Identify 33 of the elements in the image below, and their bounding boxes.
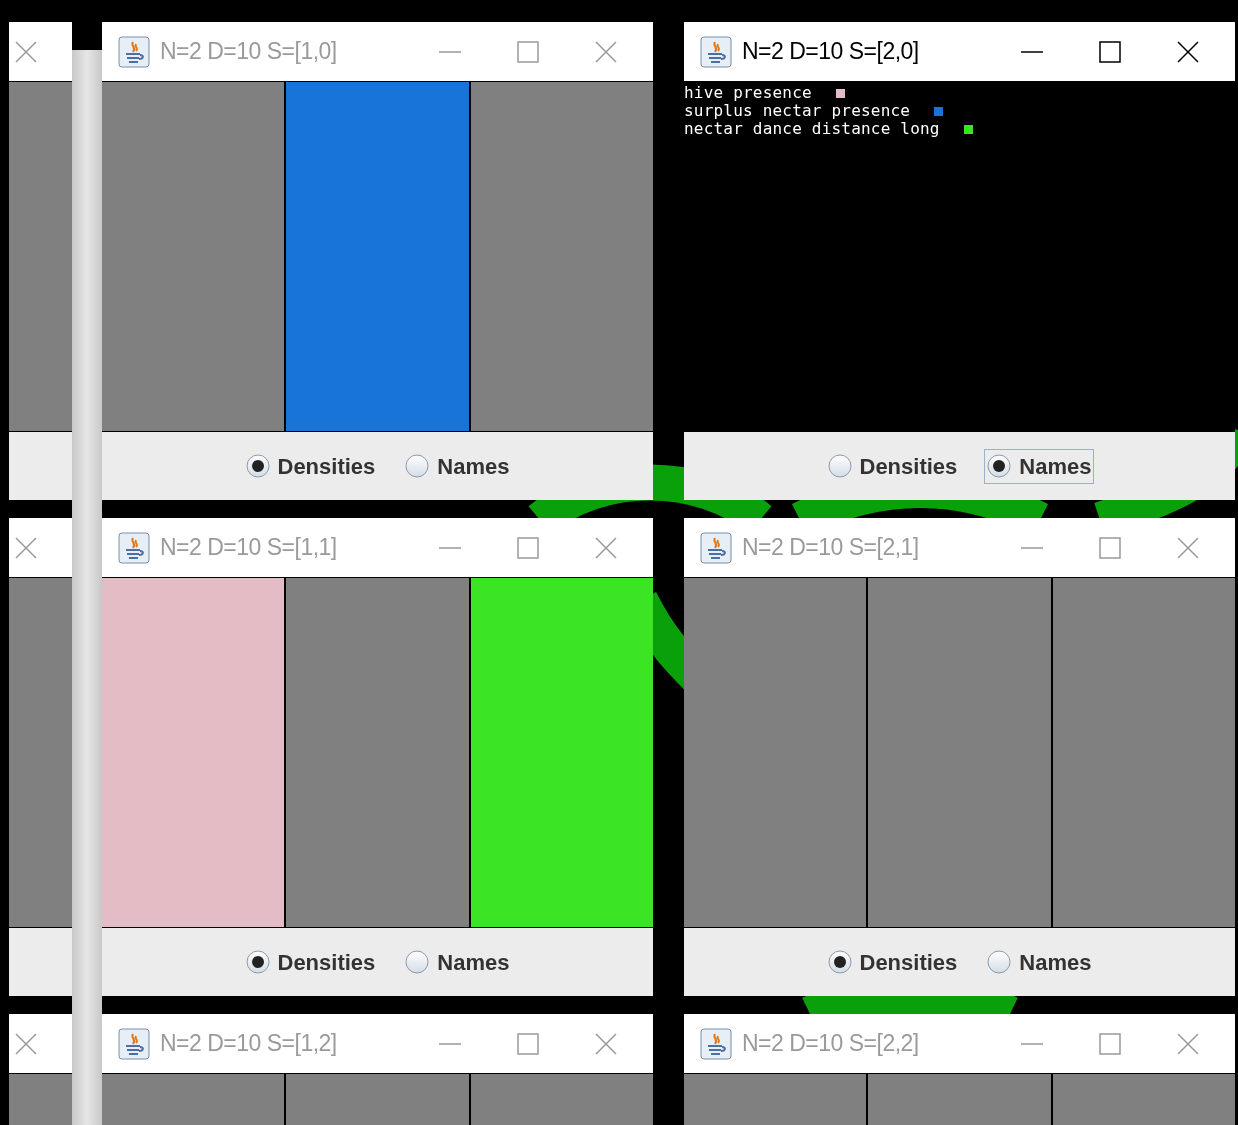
java-cup-icon: [700, 1027, 732, 1060]
close-icon[interactable]: [1177, 40, 1199, 63]
java-cup-icon: [118, 35, 150, 68]
java-cup-icon: [118, 531, 150, 564]
radio-icon[interactable]: [827, 950, 852, 974]
legend-label: hive presence: [684, 84, 812, 102]
radio-option[interactable]: Densities: [242, 448, 379, 484]
window-title: N=2 D=10 S=[2,2]: [742, 1029, 919, 1059]
radio-icon[interactable]: [405, 454, 430, 478]
window-title: N=2 D=10 S=[1,0]: [160, 37, 337, 67]
radio-option[interactable]: Densities: [824, 448, 961, 484]
radio-icon[interactable]: [987, 454, 1012, 478]
radio-option[interactable]: Densities: [824, 944, 961, 980]
java-cup-icon: [118, 1027, 150, 1060]
window-title: N=2 D=10 S=[1,1]: [160, 533, 337, 563]
window-title: N=2 D=10 S=[1,2]: [160, 1029, 337, 1059]
window-title: N=2 D=10 S=[2,0]: [742, 37, 919, 67]
radio-icon[interactable]: [245, 950, 270, 974]
java-cup-icon: [700, 35, 732, 68]
legend-label: nectar dance distance long: [684, 120, 940, 138]
radio-icon[interactable]: [987, 950, 1012, 974]
window-title: N=2 D=10 S=[2,1]: [742, 533, 919, 563]
radio-option[interactable]: Names: [984, 448, 1095, 484]
maximize-icon[interactable]: [1099, 40, 1121, 63]
java-cup-icon: [700, 531, 732, 564]
radio-option[interactable]: Names: [402, 448, 513, 484]
radio-icon[interactable]: [827, 454, 852, 478]
legend-label: surplus nectar presence: [684, 102, 911, 120]
radio-option[interactable]: Densities: [242, 944, 379, 980]
radio-icon[interactable]: [245, 454, 270, 478]
radio-icon[interactable]: [405, 950, 430, 974]
radio-option[interactable]: Names: [402, 944, 513, 980]
radio-option[interactable]: Names: [984, 944, 1095, 980]
